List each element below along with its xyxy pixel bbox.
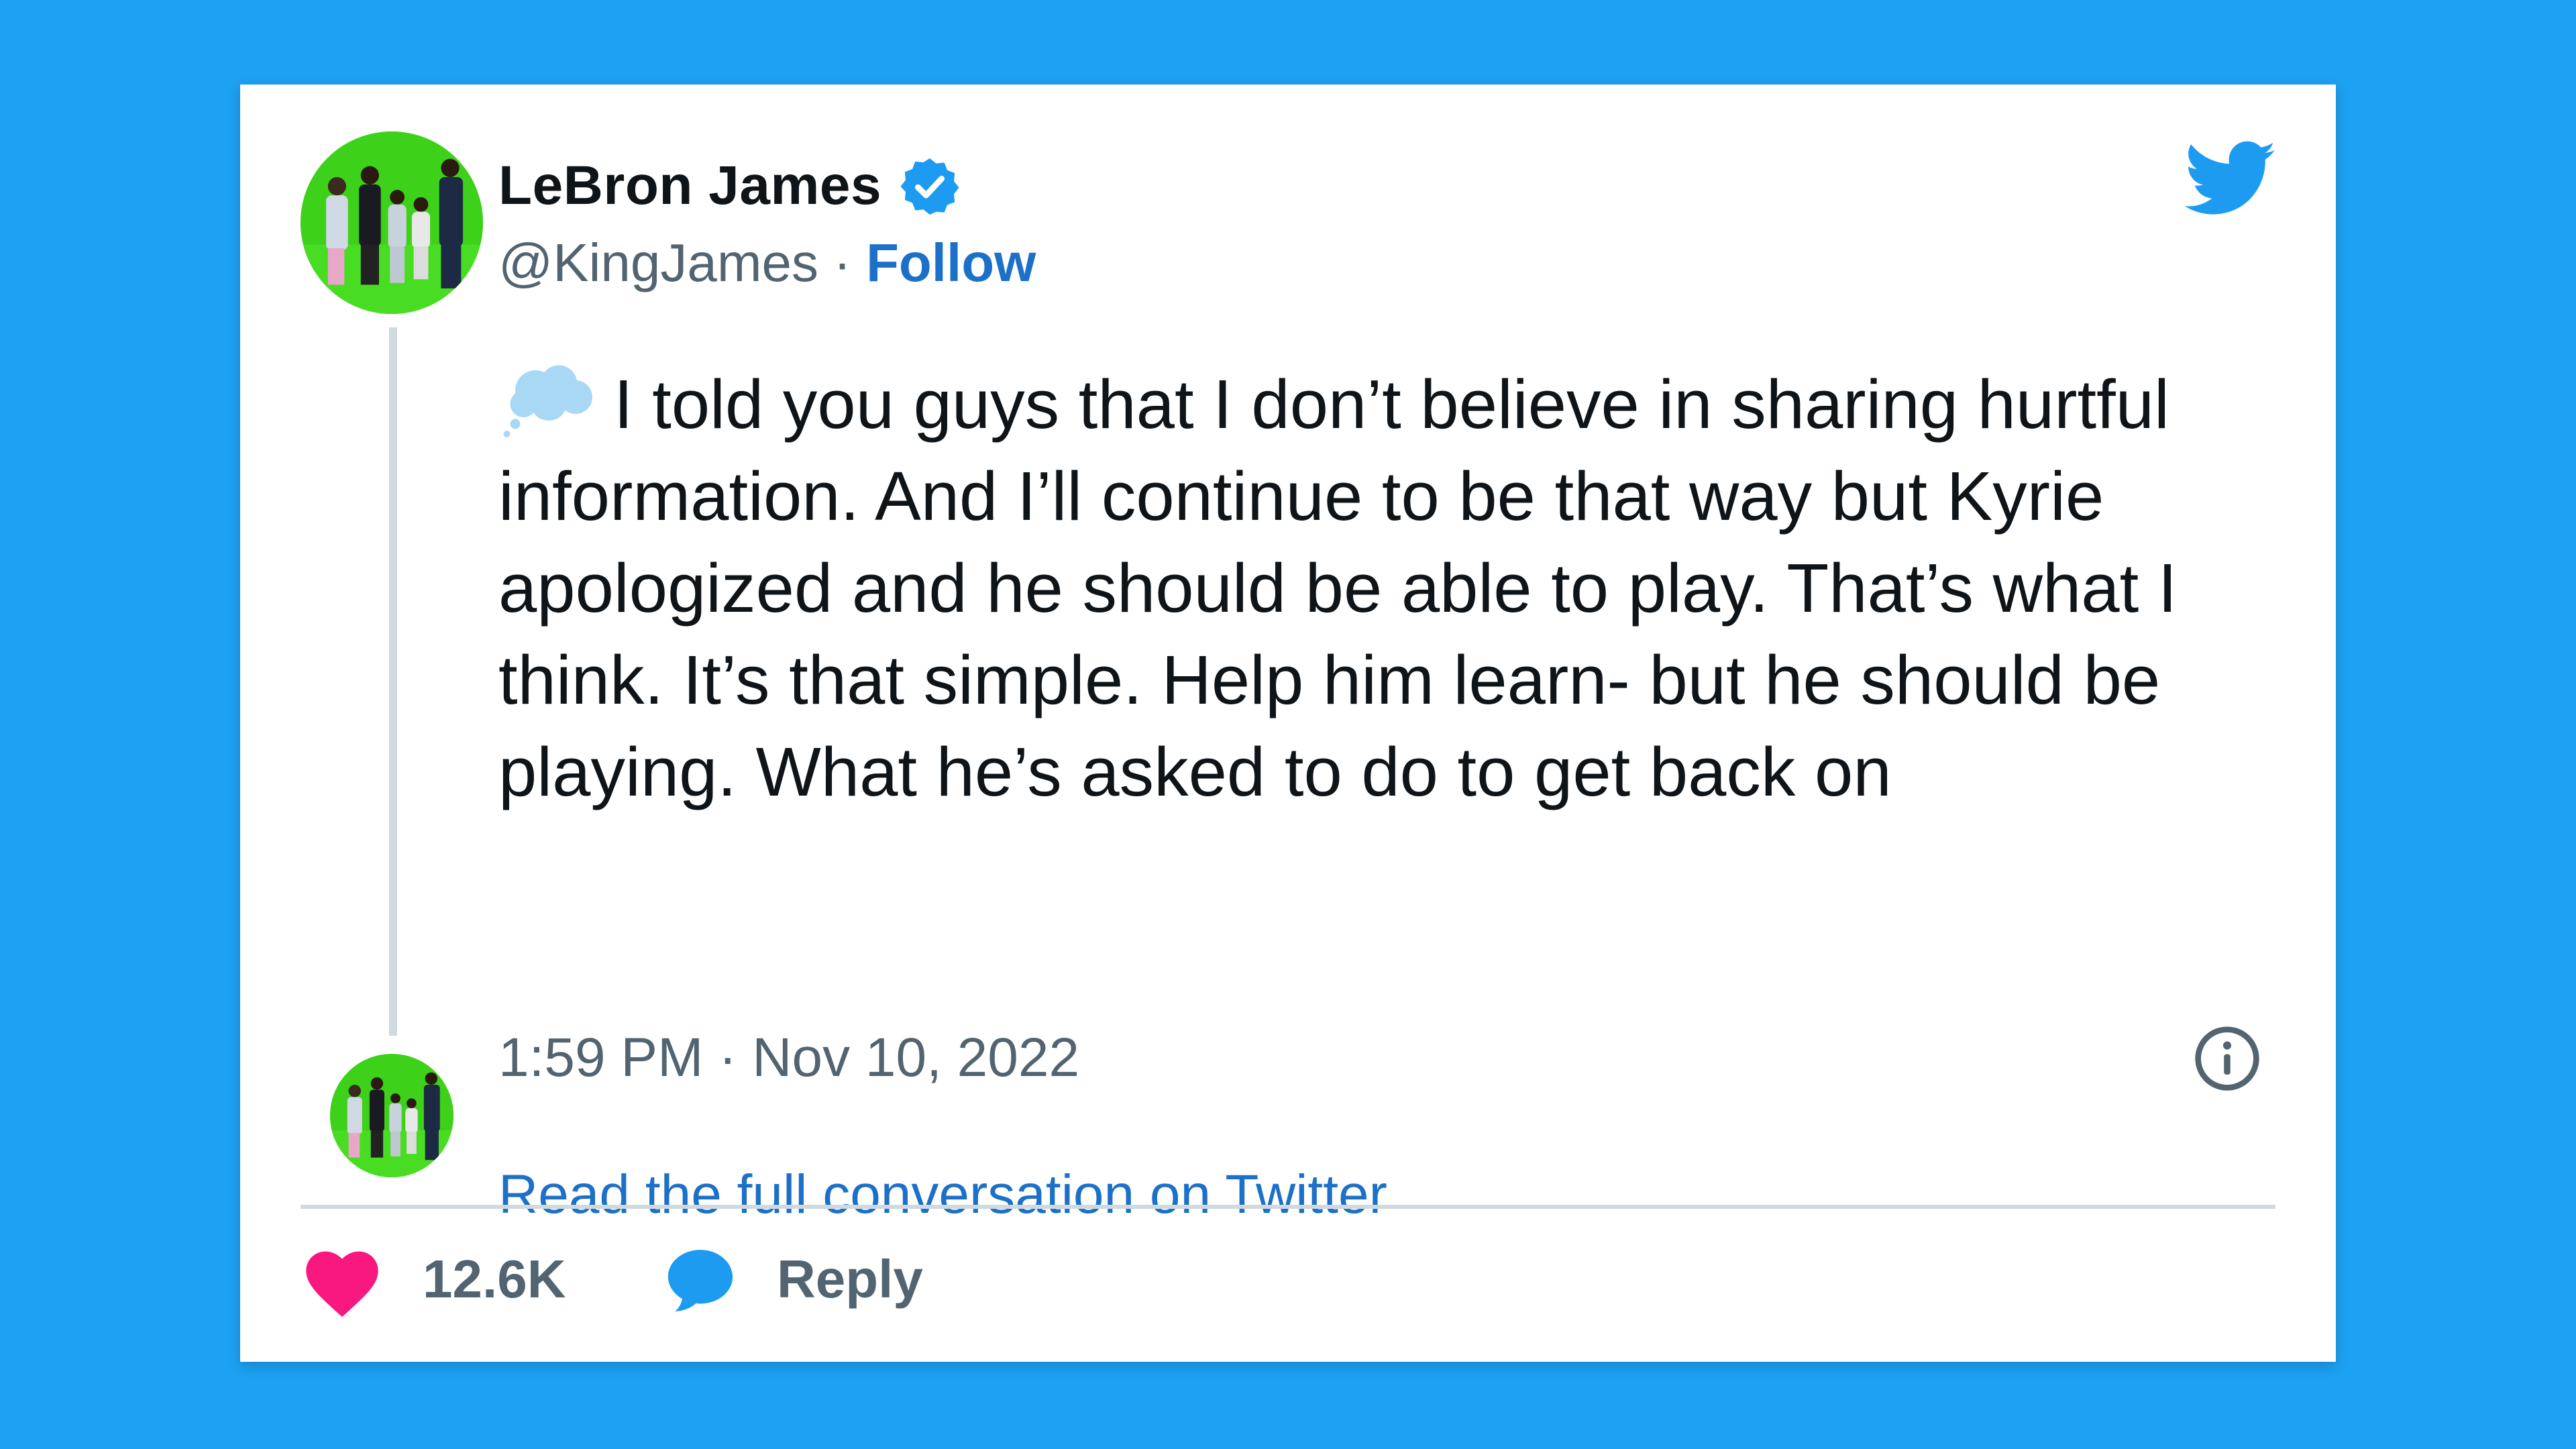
tweet-text: I told you guys that I don’t believe in … (498, 358, 2283, 818)
reply-bubble-icon[interactable] (663, 1244, 738, 1318)
tweet-card: LeBron James @KingJames · Follow I told … (240, 85, 2336, 1362)
handle-separator: · (833, 233, 851, 292)
verified-badge-icon (900, 158, 959, 215)
avatar-small[interactable] (330, 1054, 453, 1177)
thread-line (389, 327, 397, 1036)
user-name[interactable]: LeBron James (498, 154, 881, 217)
heart-icon[interactable] (305, 1250, 380, 1318)
read-full-conversation-link[interactable]: Read the full conversation on Twitter (498, 1163, 1387, 1226)
info-icon[interactable] (2192, 1024, 2262, 1093)
tweet-body: I told you guys that I don’t believe in … (498, 366, 2178, 810)
thought-balloon-icon (503, 365, 592, 437)
reply-button[interactable]: Reply (777, 1248, 923, 1310)
like-count[interactable]: 12.6K (423, 1248, 566, 1310)
follow-button[interactable]: Follow (866, 233, 1036, 292)
handle-row: @KingJames · Follow (498, 232, 1036, 294)
tweet-timestamp[interactable]: 1:59 PM · Nov 10, 2022 (498, 1026, 1079, 1089)
twitter-bird-icon[interactable] (2184, 141, 2278, 217)
divider (301, 1205, 2275, 1209)
user-handle[interactable]: @KingJames (498, 233, 818, 292)
avatar[interactable] (301, 131, 483, 314)
